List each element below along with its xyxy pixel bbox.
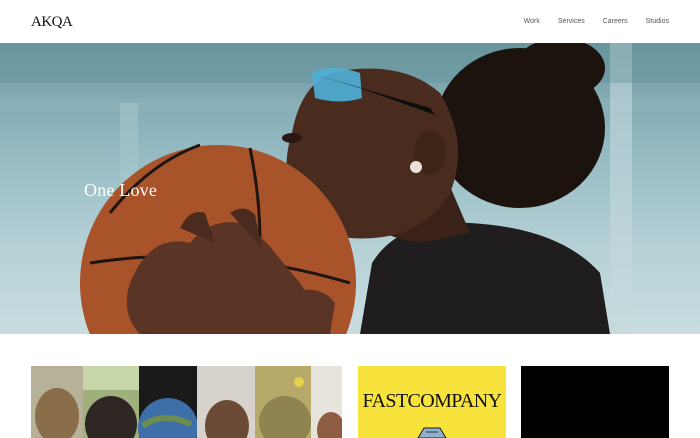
portrait-collage-image: [31, 366, 342, 438]
nav-work[interactable]: Work: [524, 18, 540, 25]
nav-services[interactable]: Services: [558, 18, 585, 25]
hero-title[interactable]: One Love: [84, 180, 157, 201]
portrait-collage-card[interactable]: [31, 366, 342, 438]
hero-banner[interactable]: One Love: [0, 43, 700, 334]
work-grid: FASTCOMPANY: [0, 366, 700, 438]
nav-studios[interactable]: Studios: [646, 18, 669, 25]
award-trophy-icon: [417, 427, 447, 438]
site-header: AKQA Work Services Careers Studios: [0, 0, 700, 43]
akqa-logo[interactable]: AKQA: [31, 14, 73, 31]
fastcompany-card[interactable]: FASTCOMPANY: [358, 366, 506, 438]
nav-careers[interactable]: Careers: [603, 18, 628, 25]
black-tile-card[interactable]: [521, 366, 669, 438]
main-nav: Work Services Careers Studios: [524, 18, 669, 25]
